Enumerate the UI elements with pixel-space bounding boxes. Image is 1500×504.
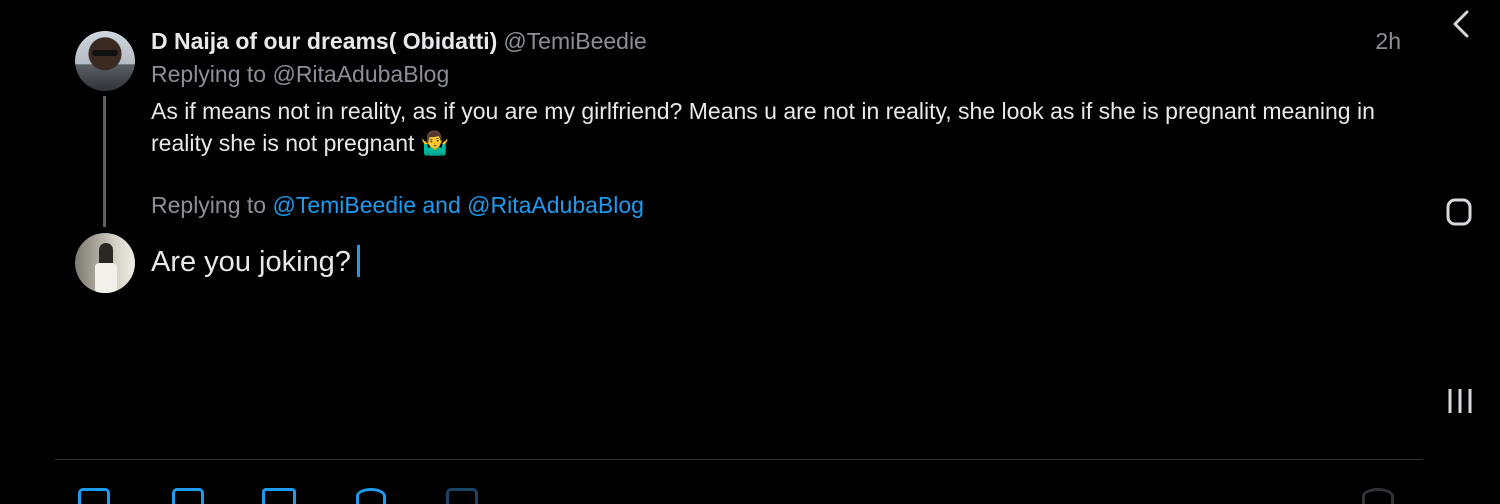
reply-text-input[interactable]: Are you joking?	[151, 243, 360, 281]
recents-three-bars-icon[interactable]	[1446, 386, 1474, 416]
parent-display-name[interactable]: D Naija of our dreams( Obidatti)	[151, 28, 497, 54]
parent-replying-to: Replying to @RitaAdubaBlog	[151, 59, 449, 89]
character-count-ring-icon	[1362, 488, 1394, 504]
parent-tweet-header: D Naija of our dreams( Obidatti) @TemiBee…	[151, 26, 647, 56]
compose-toolbar-divider	[55, 459, 1423, 460]
media-icon[interactable]	[78, 488, 110, 504]
home-rounded-square-icon[interactable]	[1446, 198, 1472, 226]
parent-replying-to-handle[interactable]: @RitaAdubaBlog	[272, 61, 449, 87]
parent-handle[interactable]: @TemiBeedie	[503, 28, 647, 54]
avatar-robe-detail	[95, 263, 117, 293]
parent-author-avatar[interactable]	[75, 31, 135, 91]
avatar-glasses-detail	[92, 50, 118, 56]
text-cursor	[356, 245, 360, 277]
current-user-avatar	[75, 233, 135, 293]
back-chevron-left-icon[interactable]	[1450, 8, 1472, 40]
parent-timestamp: 2h	[1375, 28, 1401, 54]
gif-icon[interactable]	[172, 488, 204, 504]
location-icon[interactable]	[356, 488, 386, 504]
compose-replying-to-targets[interactable]: @TemiBeedie and @RitaAdubaBlog	[272, 192, 643, 218]
parent-replying-to-prefix: Replying to	[151, 61, 267, 87]
compose-replying-to: Replying to @TemiBeedie and @RitaAdubaBl…	[151, 190, 644, 220]
parent-tweet-text: As if means not in reality, as if you ar…	[151, 98, 1375, 156]
poll-icon[interactable]	[262, 488, 296, 504]
thread-connector-line	[103, 96, 106, 227]
schedule-icon[interactable]	[446, 488, 478, 504]
compose-replying-to-prefix: Replying to	[151, 192, 267, 218]
reply-draft-text: Are you joking?	[151, 246, 351, 278]
